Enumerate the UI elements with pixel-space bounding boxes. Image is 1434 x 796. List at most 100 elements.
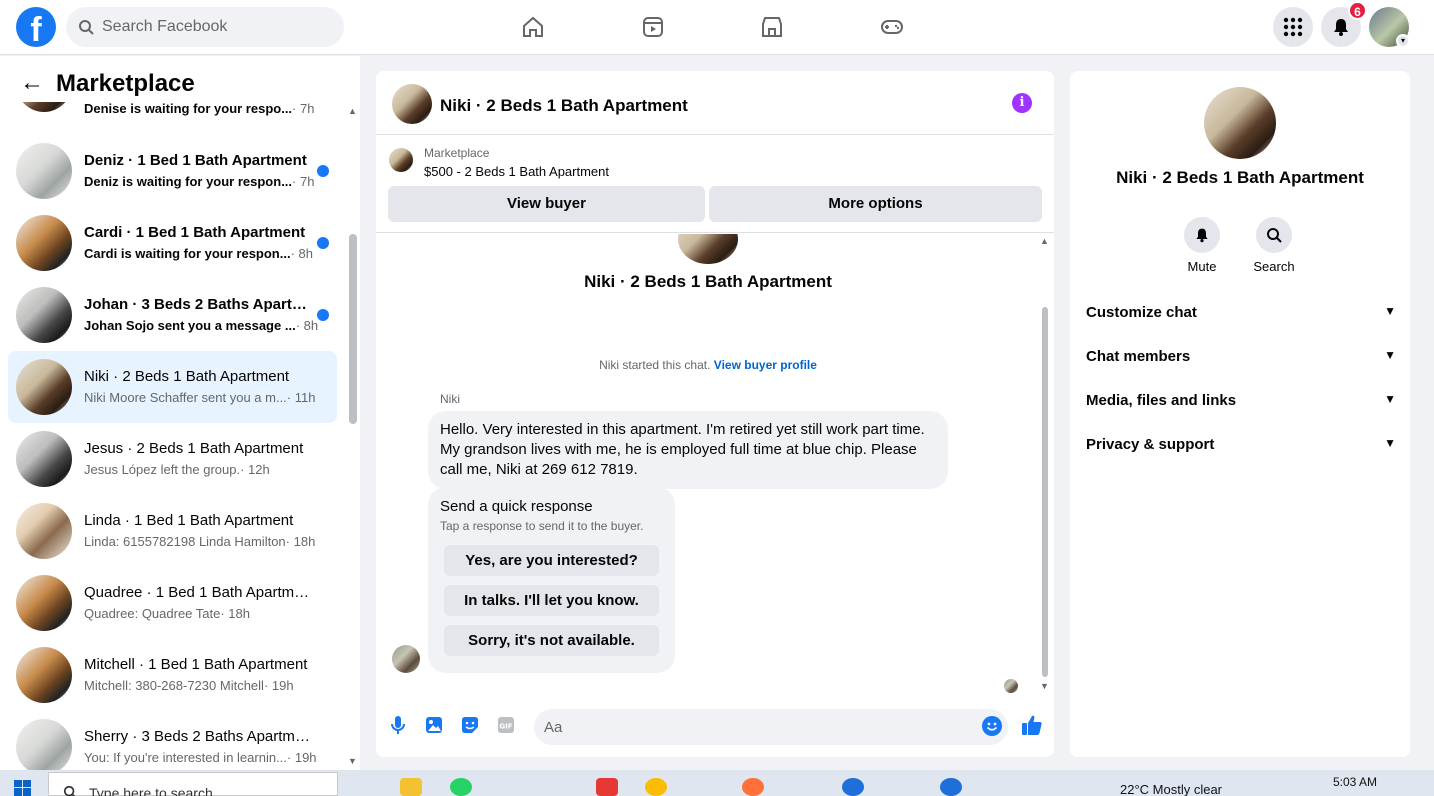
conversation-name: Quadree · 1 Bed 1 Bath Apartment (84, 584, 312, 601)
listing-price-title[interactable]: $500 - 2 Beds 1 Bath Apartment (424, 164, 609, 179)
like-thumbs-up-icon[interactable] (1021, 714, 1043, 736)
message-scrollbar-thumb[interactable] (1042, 307, 1048, 677)
home-icon[interactable] (518, 12, 548, 42)
conversation-name: Mitchell · 1 Bed 1 Bath Apartment (84, 656, 308, 673)
message-bubble: Hello. Very interested in this apartment… (428, 411, 948, 489)
facebook-logo[interactable]: f (16, 7, 56, 47)
media-files-links-section[interactable]: Media, files and links ▼ (1086, 392, 1396, 412)
listing-thumbnail (16, 719, 72, 770)
listing-thumbnail (16, 575, 72, 631)
chevron-down-icon: ▼ (1384, 348, 1396, 362)
conversation-item[interactable]: Linda · 1 Bed 1 Bath Apartment Linda: 61… (8, 495, 337, 567)
chrome-icon[interactable] (645, 778, 667, 796)
search-facebook-box[interactable] (66, 7, 344, 47)
photo-attach-icon[interactable] (423, 714, 445, 736)
search-in-chat-button[interactable]: Search (1244, 217, 1304, 274)
menu-grid-button[interactable] (1273, 7, 1313, 47)
chevron-down-icon: ▼ (1384, 436, 1396, 450)
back-arrow-icon[interactable]: ← (20, 71, 44, 95)
conversation-item[interactable]: Deniz · 1 Bed 1 Bath Apartment Deniz is … (8, 135, 337, 207)
quick-response-option[interactable]: Sorry, it's not available. (444, 625, 659, 656)
quick-response-option[interactable]: In talks. I'll let you know. (444, 585, 659, 616)
listing-thumbnail (389, 148, 413, 172)
windows-start-icon[interactable] (14, 780, 32, 796)
conversation-name: Cardi · 1 Bed 1 Bath Apartment (84, 224, 306, 241)
search-icon (1267, 228, 1282, 243)
top-navigation-bar: f 6 ▾ (0, 0, 1434, 55)
privacy-support-section[interactable]: Privacy & support ▼ (1086, 436, 1396, 456)
more-options-button[interactable]: More options (709, 186, 1042, 222)
message-input[interactable] (534, 709, 1008, 745)
app-icon[interactable] (596, 778, 618, 796)
seen-indicator-avatar (1004, 679, 1018, 693)
chat-panel: Niki · 2 Beds 1 Bath Apartment i Marketp… (376, 71, 1054, 757)
quick-response-title: Send a quick response (440, 498, 593, 515)
conversation-item[interactable]: Jesus · 2 Beds 1 Bath Apartment Jesus Ló… (8, 423, 337, 495)
sender-avatar (392, 645, 420, 673)
conversation-item[interactable]: Sherry · 3 Beds 2 Baths Apartment You: I… (8, 711, 337, 770)
sticker-icon[interactable] (459, 714, 481, 736)
scroll-up-arrow-icon[interactable]: ▲ (348, 106, 357, 116)
quick-response-subtitle: Tap a response to send it to the buyer. (440, 519, 644, 533)
quick-response-option[interactable]: Yes, are you interested? (444, 545, 659, 576)
edge-active-icon[interactable] (940, 778, 962, 796)
scroll-down-arrow-icon[interactable]: ▼ (348, 756, 357, 766)
conversation-item-active[interactable]: Niki · 2 Beds 1 Bath Apartment Niki Moor… (8, 351, 337, 423)
chevron-down-icon: ▼ (1384, 304, 1396, 318)
listing-thumbnail (16, 143, 72, 199)
whatsapp-icon[interactable] (450, 778, 472, 796)
gaming-controller-icon[interactable] (877, 12, 907, 42)
buyer-avatar (678, 234, 738, 264)
listing-thumbnail (16, 647, 72, 703)
taskbar-weather[interactable]: 22°C Mostly clear (1120, 782, 1222, 796)
marketplace-listing-bar: Marketplace $500 - 2 Beds 1 Bath Apartme… (376, 136, 1054, 233)
marketplace-label: Marketplace (424, 146, 490, 160)
chevron-down-icon[interactable]: ▾ (1396, 34, 1410, 48)
listing-thumbnail (16, 215, 72, 271)
sidebar-scrollbar-thumb[interactable] (349, 234, 357, 424)
message-sender-name: Niki (440, 392, 460, 406)
conversation-preview: Mitchell: 380-268-7230 Mitchell · 19h (84, 678, 294, 693)
grid-icon (1283, 17, 1303, 37)
chat-title[interactable]: Niki · 2 Beds 1 Bath Apartment (440, 96, 688, 116)
scroll-up-arrow-icon[interactable]: ▲ (1040, 236, 1049, 246)
microphone-icon[interactable] (387, 714, 409, 736)
file-explorer-icon[interactable] (400, 778, 422, 796)
conversation-preview: Jesus López left the group. · 12h (84, 462, 270, 477)
edge-icon[interactable] (842, 778, 864, 796)
watch-video-icon[interactable] (638, 12, 668, 42)
taskbar-search-box[interactable]: Type here to search (48, 772, 338, 796)
mute-button[interactable]: Mute (1172, 217, 1232, 274)
conversation-item[interactable]: Johan · 3 Beds 2 Baths Apartm... Johan S… (8, 279, 337, 351)
customize-chat-section[interactable]: Customize chat ▼ (1086, 304, 1396, 324)
firefox-icon[interactable] (742, 778, 764, 796)
search-icon (63, 785, 76, 796)
chat-members-section[interactable]: Chat members ▼ (1086, 348, 1396, 368)
notifications-button[interactable]: 6 (1321, 1, 1367, 47)
info-icon[interactable]: i (1012, 93, 1032, 113)
conversation-preview: You: If you're interested in learnin... … (84, 750, 317, 765)
conversation-item[interactable]: Cardi · 1 Bed 1 Bath Apartment Cardi is … (8, 207, 337, 279)
view-buyer-button[interactable]: View buyer (388, 186, 705, 222)
marketplace-store-icon[interactable] (757, 12, 787, 42)
svg-text:GIF: GIF (499, 723, 512, 731)
unread-dot (317, 237, 329, 249)
bell-icon (1334, 19, 1348, 36)
scroll-down-arrow-icon[interactable]: ▼ (1040, 681, 1049, 691)
windows-taskbar: Type here to search 22°C Mostly clear 5:… (0, 770, 1434, 796)
marketplace-chat-sidebar: Denise is waiting for your respo... · 7h… (0, 56, 360, 770)
taskbar-clock[interactable]: 5:03 AM (1333, 775, 1377, 789)
conversation-item[interactable]: Mitchell · 1 Bed 1 Bath Apartment Mitche… (8, 639, 337, 711)
view-buyer-profile-link[interactable]: View buyer profile (714, 358, 817, 372)
chat-avatar[interactable] (392, 84, 432, 124)
chat-header: Niki · 2 Beds 1 Bath Apartment i (376, 71, 1054, 135)
emoji-icon[interactable] (982, 716, 1002, 736)
conversation-item[interactable]: Quadree · 1 Bed 1 Bath Apartment Quadree… (8, 567, 337, 639)
gif-icon[interactable]: GIF (495, 714, 517, 736)
search-facebook-input[interactable] (102, 18, 322, 36)
conversation-preview: Denise is waiting for your respo... · 7h (84, 101, 315, 116)
chat-started-notice: Niki started this chat. View buyer profi… (599, 358, 817, 372)
message-composer: GIF (376, 697, 1054, 757)
conversation-name: Linda · 1 Bed 1 Bath Apartment (84, 512, 294, 529)
search-icon (79, 20, 94, 35)
